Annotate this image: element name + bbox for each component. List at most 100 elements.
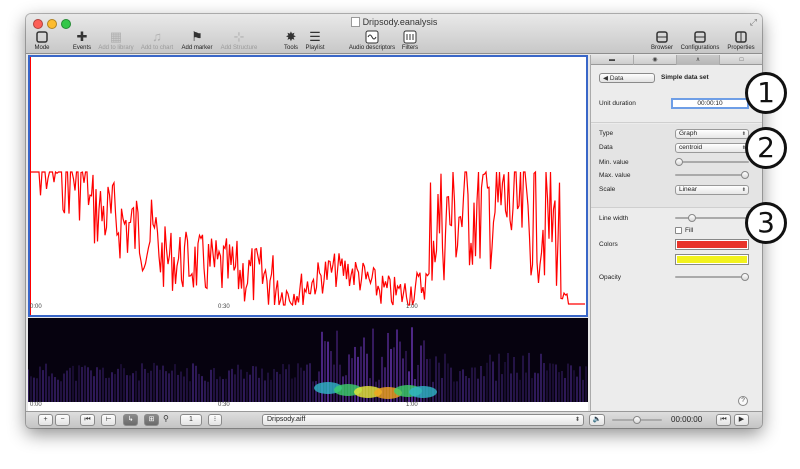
spectrogram-image <box>27 327 587 402</box>
tab-view[interactable]: ◉ <box>634 55 677 65</box>
document-icon <box>350 17 360 27</box>
grid-button[interactable]: ⊞ <box>144 414 159 426</box>
fit-button[interactable]: ⊢ <box>101 414 116 426</box>
panel-header: Simple data set <box>661 74 709 81</box>
color-swatch <box>677 256 747 263</box>
more-icon: ⁝ <box>213 416 217 423</box>
slider-knob[interactable] <box>741 273 749 281</box>
tools-button[interactable]: ✸ Tools <box>281 29 301 52</box>
add-to-chart-button[interactable]: ♫ Add to chart <box>138 29 176 52</box>
square-icon: □ <box>739 57 744 63</box>
line-width-label: Line width <box>599 215 629 222</box>
audio-descriptors-button[interactable]: Audio descriptors <box>347 30 397 51</box>
descriptor-graph[interactable] <box>28 55 588 317</box>
inspector-tabs: ▬ ◉ ∧ □ <box>591 55 762 65</box>
data-section: Type Graph ⬍ Data centroid ⬍ Min. value Ma… <box>591 124 762 208</box>
scale-label: Scale <box>599 186 616 193</box>
rewind-icon: ⏮ <box>84 416 91 423</box>
type-label: Type <box>599 130 614 137</box>
tab-settings[interactable]: □ <box>720 55 762 65</box>
opacity-slider[interactable] <box>675 273 749 281</box>
color-well-primary[interactable] <box>675 239 749 250</box>
unit-duration-field[interactable] <box>671 98 749 109</box>
more-button[interactable]: ⁝ <box>208 414 222 426</box>
add-structure-button[interactable]: ⊹ Add Structure <box>218 29 260 52</box>
filters-button[interactable]: Filters <box>400 30 420 51</box>
configurations-button[interactable]: Configurations <box>678 30 722 51</box>
popup-arrows-icon: ⬍ <box>574 417 580 423</box>
back-data-button[interactable]: ◀ Data <box>599 73 655 83</box>
add-marker-button[interactable]: ⚑ Add marker <box>178 30 216 52</box>
popup-arrows-icon: ⬍ <box>741 187 746 193</box>
slider-knob[interactable] <box>675 158 683 166</box>
play-button[interactable]: ▶ <box>734 414 749 426</box>
spectrogram-hotspot <box>409 386 437 398</box>
previous-button[interactable]: ⏮ <box>716 414 731 426</box>
data-select[interactable]: centroid ⬍ <box>675 143 749 153</box>
tick-label: 1:00 <box>406 402 418 408</box>
color-swatch <box>677 241 747 248</box>
properties-button[interactable]: Properties <box>725 30 757 51</box>
graph-timeline[interactable]: 0:00 0:30 1:00 <box>28 304 588 316</box>
title-bar: Dripsody.eanalysis ⤢ Mode ✚ Events ▦ Add… <box>26 14 762 54</box>
data-label: Data <box>599 144 613 151</box>
colors-label: Colors <box>599 241 618 248</box>
tick-label: 1:00 <box>406 304 418 310</box>
annotation-badge-2: 2 <box>745 127 787 169</box>
centroid-curve <box>29 57 585 315</box>
scale-select[interactable]: Linear ⬍ <box>675 185 749 195</box>
play-icon: ▶ <box>738 416 745 423</box>
unit-duration-label: Unit duration <box>599 100 636 107</box>
add-to-library-button[interactable]: ▦ Add to library <box>96 29 136 52</box>
library-icon: ▦ <box>109 29 123 44</box>
popup-arrows-icon: ⬍ <box>741 131 746 137</box>
max-value-label: Max. value <box>599 172 631 179</box>
volume-button[interactable]: 🔈 <box>589 414 605 426</box>
bottom-bar: + − ⏮ ⊢ ↳ ⊞ ⚲ 1 ⁝ Dripsody.aiff ⬍ 🔈 00:00… <box>26 411 762 428</box>
type-select[interactable]: Graph ⬍ <box>675 129 749 139</box>
tab-graph[interactable]: ∧ <box>677 55 720 65</box>
slider-knob[interactable] <box>688 214 697 222</box>
gear-icon: ✸ <box>285 29 297 44</box>
chart-icon: ♫ <box>152 29 162 44</box>
zoom-in-button[interactable]: + <box>38 414 53 426</box>
structure-icon: ⊹ <box>233 29 245 44</box>
slider-knob[interactable] <box>633 416 641 424</box>
go-to-start-button[interactable]: ⏮ <box>80 414 95 426</box>
file-select[interactable]: Dripsody.aiff ⬍ <box>262 414 584 426</box>
color-well-secondary[interactable] <box>675 254 749 265</box>
audio-descriptors-icon <box>365 30 379 44</box>
tick-label: 0:30 <box>218 402 230 408</box>
back-arrow-icon: ◀ <box>603 75 610 82</box>
graph-icon: ∧ <box>695 57 701 63</box>
fill-checkbox[interactable] <box>675 227 682 234</box>
mode-button[interactable]: Mode <box>30 30 54 51</box>
opacity-label: Opacity <box>599 274 622 281</box>
skip-back-icon: ⏮ <box>720 416 727 423</box>
events-button[interactable]: ✚ Events <box>69 29 95 52</box>
zoom-out-button[interactable]: − <box>55 414 70 426</box>
spectrogram[interactable] <box>27 318 588 406</box>
eye-icon: ◉ <box>652 57 658 63</box>
graph-line <box>30 170 585 307</box>
app-window: Dripsody.eanalysis ⤢ Mode ✚ Events ▦ Add… <box>26 14 762 428</box>
browser-button[interactable]: Browser <box>650 30 674 51</box>
help-button[interactable]: ? <box>738 396 748 406</box>
max-value-slider[interactable] <box>675 171 749 179</box>
tick-label: 0:00 <box>30 402 42 408</box>
volume-slider[interactable] <box>612 416 662 424</box>
configurations-icon <box>694 31 706 43</box>
plus-icon: ✚ <box>76 29 88 44</box>
grid-icon: ⊞ <box>148 416 155 423</box>
tab-list[interactable]: ▬ <box>591 55 634 65</box>
line-width-slider[interactable] <box>675 214 749 222</box>
link-button[interactable]: ↳ <box>123 414 138 426</box>
zoom-value-field[interactable]: 1 <box>180 414 202 426</box>
playlist-button[interactable]: ☰ Playlist <box>303 30 327 52</box>
list-icon: ▬ <box>609 57 615 63</box>
mode-icon <box>36 31 48 43</box>
window-title: Dripsody.eanalysis <box>26 17 762 27</box>
slider-knob[interactable] <box>741 171 749 179</box>
fullscreen-icon[interactable]: ⤢ <box>750 17 757 28</box>
min-value-slider[interactable] <box>675 158 749 166</box>
